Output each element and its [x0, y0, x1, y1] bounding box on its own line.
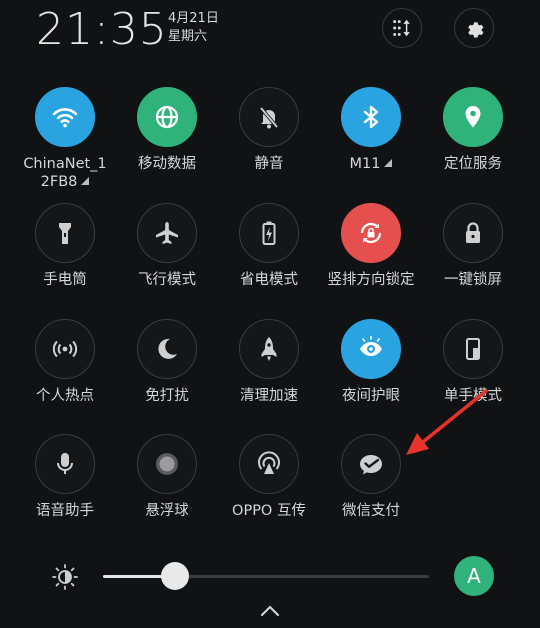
share-icon: [258, 451, 280, 474]
tile-rotation-lock[interactable]: 竖排方向锁定: [321, 203, 421, 289]
mobile-data-toggle[interactable]: [137, 87, 197, 147]
tile-hotspot-label: 个人热点: [36, 388, 94, 404]
eye-icon: [360, 335, 382, 356]
wechat-pay-icon: [360, 455, 382, 475]
brightness-icon: [52, 564, 78, 590]
rocket-icon: [261, 337, 277, 361]
wechat-pay-toggle[interactable]: [341, 434, 401, 494]
tile-night-mode[interactable]: 夜间护眼: [321, 319, 421, 405]
tile-cleanup-label: 清理加速: [240, 388, 298, 404]
date: 4月21日 星期六: [168, 10, 219, 46]
sort-icon: [393, 19, 410, 37]
settings-button[interactable]: [454, 8, 494, 48]
tile-voice-assistant[interactable]: 语音助手: [15, 434, 115, 520]
wifi-toggle[interactable]: [35, 87, 95, 147]
floating-ball-icon: [156, 453, 178, 475]
tile-do-not-disturb[interactable]: 免打扰: [117, 319, 217, 405]
tile-wechat-pay[interactable]: 微信支付: [321, 434, 421, 520]
tile-night-mode-label: 夜间护眼: [342, 388, 400, 404]
wifi-more-indicator: [81, 177, 90, 185]
clock: 21:35: [36, 4, 168, 55]
airplane-toggle[interactable]: [137, 203, 197, 263]
battery-saver-icon: [262, 221, 276, 245]
hotspot-icon: [52, 340, 78, 358]
tile-one-hand-label: 单手模式: [444, 388, 502, 404]
flashlight-icon: [59, 223, 71, 244]
tile-mobile-data[interactable]: 移动数据: [117, 87, 217, 173]
tile-oppo-share[interactable]: OPPO 互传: [219, 434, 319, 520]
tile-one-hand[interactable]: 单手模式: [423, 319, 523, 405]
tile-screen-lock-label: 一键锁屏: [444, 272, 502, 288]
airplane-icon: [156, 222, 178, 244]
date-weekday: 星期六: [168, 29, 208, 44]
tile-location[interactable]: 定位服务: [423, 87, 523, 173]
tile-power-saving-label: 省电模式: [240, 272, 298, 288]
floating-ball-toggle[interactable]: [137, 434, 197, 494]
tile-cleanup[interactable]: 清理加速: [219, 319, 319, 405]
hotspot-toggle[interactable]: [35, 319, 95, 379]
auto-brightness-label: A: [467, 564, 481, 588]
tile-flashlight[interactable]: 手电筒: [15, 203, 115, 289]
auto-brightness-button[interactable]: A: [454, 556, 494, 596]
voice-assistant-toggle[interactable]: [35, 434, 95, 494]
tile-hotspot[interactable]: 个人热点: [15, 319, 115, 405]
power-saving-toggle[interactable]: [239, 203, 299, 263]
tile-mobile-data-label: 移动数据: [138, 156, 196, 172]
tile-location-label: 定位服务: [444, 156, 502, 172]
one-hand-toggle[interactable]: [443, 319, 503, 379]
brightness-bar: A: [0, 550, 540, 600]
tile-flashlight-label: 手电筒: [43, 272, 87, 288]
brightness-slider[interactable]: [103, 562, 429, 590]
silent-toggle[interactable]: [239, 87, 299, 147]
bluetooth-toggle[interactable]: [341, 87, 401, 147]
chevron-up-icon[interactable]: [258, 603, 282, 619]
tile-rotation-lock-label: 竖排方向锁定: [327, 272, 415, 288]
tile-oppo-share-label: OPPO 互传: [232, 503, 306, 519]
sort-button[interactable]: [382, 8, 422, 48]
tile-wifi-label: ChinaNet_1 2FB8: [23, 156, 107, 190]
tile-airplane-label: 飞行模式: [138, 272, 196, 288]
tile-bluetooth[interactable]: M11: [321, 87, 421, 173]
bell-off-icon: [259, 106, 279, 129]
screen-lock-toggle[interactable]: [443, 203, 503, 263]
one-hand-icon: [466, 338, 480, 360]
tile-wechat-pay-label: 微信支付: [342, 503, 400, 519]
tile-do-not-disturb-label: 免打扰: [145, 388, 189, 404]
tile-screen-lock[interactable]: 一键锁屏: [423, 203, 523, 289]
globe-icon: [155, 105, 179, 129]
bluetooth-icon: [363, 105, 379, 129]
location-toggle[interactable]: [443, 87, 503, 147]
tile-silent-label: 静音: [254, 156, 284, 172]
tile-floating-ball-label: 悬浮球: [145, 503, 189, 519]
flashlight-toggle[interactable]: [35, 203, 95, 263]
cleanup-toggle[interactable]: [239, 319, 299, 379]
moon-icon: [158, 338, 177, 359]
bluetooth-more-indicator: [384, 159, 393, 167]
tile-airplane[interactable]: 飞行模式: [117, 203, 217, 289]
brightness-slider-thumb[interactable]: [160, 562, 189, 590]
date-day: 4月21日: [168, 11, 219, 26]
night-mode-toggle[interactable]: [341, 319, 401, 379]
tile-silent[interactable]: 静音: [219, 87, 319, 173]
tile-wifi[interactable]: ChinaNet_1 2FB8: [15, 87, 115, 191]
tile-floating-ball[interactable]: 悬浮球: [117, 434, 217, 520]
rotation-lock-toggle[interactable]: [341, 203, 401, 263]
microphone-icon: [57, 453, 73, 474]
oppo-share-toggle[interactable]: [239, 434, 299, 494]
quick-settings-header: 21:35 4月21日 星期六: [0, 0, 540, 70]
lock-icon: [466, 222, 480, 243]
do-not-disturb-toggle[interactable]: [137, 319, 197, 379]
rotation-lock-icon: [360, 222, 382, 244]
location-icon: [465, 106, 481, 128]
gear-icon: [468, 22, 484, 38]
tile-power-saving[interactable]: 省电模式: [219, 203, 319, 289]
tile-voice-assistant-label: 语音助手: [36, 503, 94, 519]
tile-bluetooth-label: M11: [321, 155, 421, 173]
wifi-icon: [52, 108, 78, 128]
